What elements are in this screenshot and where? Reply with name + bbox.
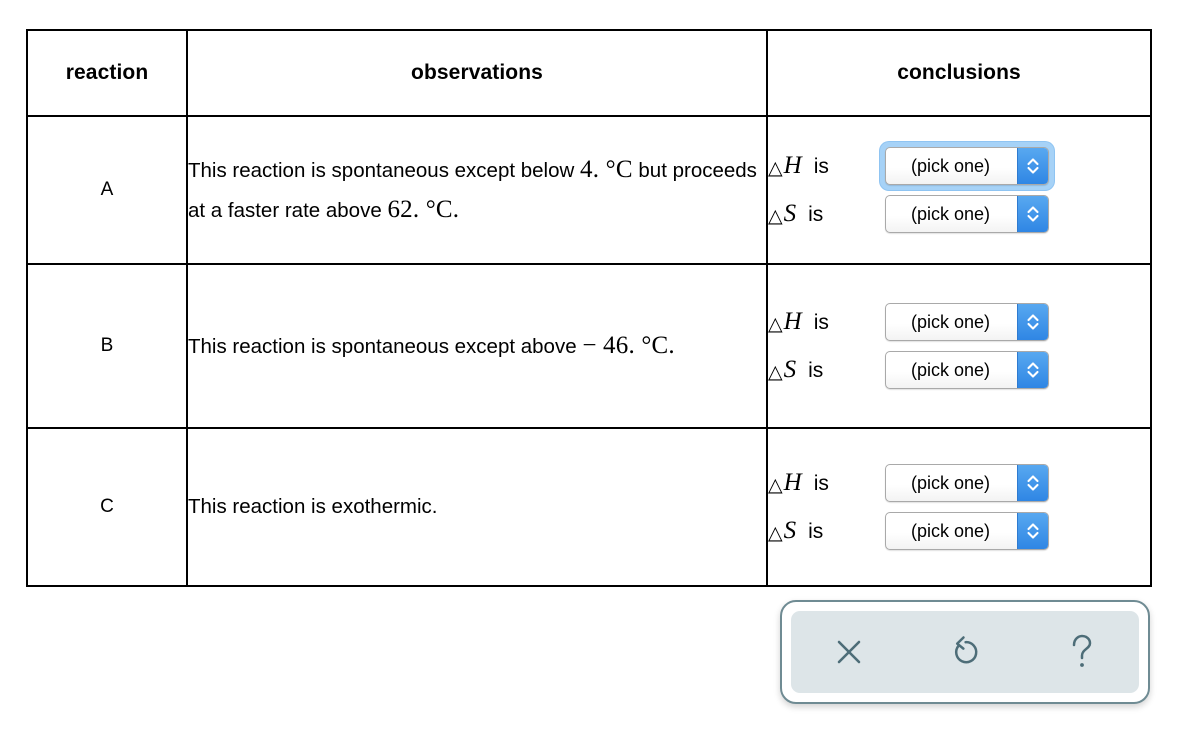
close-icon bbox=[832, 635, 866, 669]
table-header-row: reaction observations conclusions bbox=[26, 29, 1152, 117]
chevron-updown-icon[interactable] bbox=[1017, 513, 1048, 549]
header-reaction: reaction bbox=[26, 29, 188, 117]
delta-s-select-value-a: (pick one) bbox=[910, 203, 991, 224]
action-toolbar bbox=[780, 600, 1150, 704]
observation-text-part-1: This reaction is spontaneous except abov… bbox=[188, 334, 577, 358]
conclusion-row-delta-h-b: △ His (pick one) bbox=[768, 298, 1150, 346]
variable-symbol: H bbox=[783, 152, 802, 179]
delta-s-label-c: △ Sis bbox=[768, 517, 880, 545]
observation-value-1: 4. °C bbox=[580, 155, 633, 183]
observation-cell-c: This reaction is exothermic. bbox=[186, 427, 768, 587]
conclusions-cell-b: △ His (pick one) △ S is (pick one) bbox=[766, 263, 1152, 429]
page-root: reaction observations conclusions A This… bbox=[0, 0, 1184, 740]
delta-s-select-a[interactable]: (pick one) bbox=[885, 195, 1049, 233]
delta-h-select-b[interactable]: (pick one) bbox=[885, 303, 1049, 341]
delta-h-select-value-b: (pick one) bbox=[910, 311, 991, 332]
delta-h-select-wrapper-c[interactable]: (pick one) bbox=[880, 459, 1054, 507]
variable-symbol: H bbox=[783, 469, 802, 496]
is-word: is bbox=[808, 520, 824, 543]
table-row: B This reaction is spontaneous except ab… bbox=[26, 263, 1152, 429]
observation-text-part-1: This reaction is spontaneous except belo… bbox=[188, 158, 575, 182]
delta-h-select-value-c: (pick one) bbox=[910, 472, 991, 493]
delta-triangle-icon: △ bbox=[768, 205, 783, 227]
delta-s-select-value-c: (pick one) bbox=[910, 520, 991, 541]
observation-cell-b: This reaction is spontaneous except abov… bbox=[186, 263, 768, 429]
action-toolbar-panel bbox=[791, 611, 1139, 693]
delta-triangle-icon: △ bbox=[768, 474, 783, 496]
delta-h-select-value-a: (pick one) bbox=[910, 155, 991, 176]
observation-text-part-1: This reaction is exothermic. bbox=[188, 495, 438, 519]
observation-cell-a: This reaction is spontaneous except belo… bbox=[186, 115, 768, 265]
observation-value-1: − 46. °C. bbox=[582, 331, 675, 359]
is-word: is bbox=[813, 155, 829, 178]
variable-symbol: S bbox=[783, 356, 797, 383]
table-row: A This reaction is spontaneous except be… bbox=[26, 115, 1152, 265]
conclusion-row-delta-s-b: △ Sis (pick one) bbox=[768, 346, 1150, 394]
delta-s-select-wrapper-a[interactable]: (pick one) bbox=[880, 190, 1054, 238]
chevron-updown-icon[interactable] bbox=[1017, 196, 1048, 232]
delta-h-select-a[interactable]: (pick one) bbox=[885, 147, 1049, 185]
reset-icon bbox=[947, 634, 983, 670]
conclusions-cell-c: △ His (pick one) △ S is (pick one) bbox=[766, 427, 1152, 587]
chevron-updown-icon[interactable] bbox=[1017, 304, 1048, 340]
help-icon bbox=[1064, 632, 1098, 672]
delta-triangle-icon: △ bbox=[768, 522, 783, 544]
delta-h-select-wrapper-b[interactable]: (pick one) bbox=[880, 298, 1054, 346]
is-word: is bbox=[813, 311, 829, 334]
is-word: is bbox=[808, 203, 824, 226]
chevron-updown-icon[interactable] bbox=[1017, 465, 1048, 501]
variable-symbol: S bbox=[783, 517, 797, 544]
reaction-label-a: A bbox=[26, 115, 188, 265]
reaction-label-b: B bbox=[26, 263, 188, 429]
delta-s-label-a: △ Sis bbox=[768, 200, 880, 228]
table-row: C This reaction is exothermic. △ His (pic… bbox=[26, 427, 1152, 587]
delta-s-select-wrapper-c[interactable]: (pick one) bbox=[880, 507, 1054, 555]
observation-value-2: 62. °C. bbox=[387, 196, 460, 223]
delta-s-label-b: △ Sis bbox=[768, 356, 880, 384]
delta-triangle-icon: △ bbox=[768, 361, 783, 383]
variable-symbol: S bbox=[783, 200, 797, 227]
conclusion-row-delta-h-c: △ His (pick one) bbox=[768, 459, 1150, 507]
variable-symbol: H bbox=[783, 308, 802, 335]
delta-triangle-icon: △ bbox=[768, 157, 783, 179]
delta-s-select-value-b: (pick one) bbox=[910, 359, 991, 380]
help-button[interactable] bbox=[1046, 617, 1116, 687]
reaction-conclusions-table: reaction observations conclusions A This… bbox=[26, 29, 1152, 587]
delta-s-select-wrapper-b[interactable]: (pick one) bbox=[880, 346, 1054, 394]
conclusions-cell-a: △ His (pick one) △ S is (pick one) bbox=[766, 115, 1152, 265]
delta-h-select-c[interactable]: (pick one) bbox=[885, 464, 1049, 502]
delta-h-label-a: △ His bbox=[768, 152, 880, 180]
chevron-updown-icon[interactable] bbox=[1017, 148, 1048, 184]
conclusion-row-delta-s-c: △ Sis (pick one) bbox=[768, 507, 1150, 555]
conclusion-row-delta-h-a: △ His (pick one) bbox=[768, 142, 1150, 190]
delta-h-select-wrapper-a[interactable]: (pick one) bbox=[880, 142, 1054, 190]
is-word: is bbox=[813, 472, 829, 495]
reaction-label-c: C bbox=[26, 427, 188, 587]
reset-button[interactable] bbox=[930, 617, 1000, 687]
header-observations: observations bbox=[186, 29, 768, 117]
delta-triangle-icon: △ bbox=[768, 313, 783, 335]
delta-h-label-c: △ His bbox=[768, 469, 880, 497]
chevron-updown-icon[interactable] bbox=[1017, 352, 1048, 388]
close-button[interactable] bbox=[814, 617, 884, 687]
delta-s-select-c[interactable]: (pick one) bbox=[885, 512, 1049, 550]
is-word: is bbox=[808, 359, 824, 382]
delta-s-select-b[interactable]: (pick one) bbox=[885, 351, 1049, 389]
conclusion-row-delta-s-a: △ Sis (pick one) bbox=[768, 190, 1150, 238]
delta-h-label-b: △ His bbox=[768, 308, 880, 336]
header-conclusions: conclusions bbox=[766, 29, 1152, 117]
